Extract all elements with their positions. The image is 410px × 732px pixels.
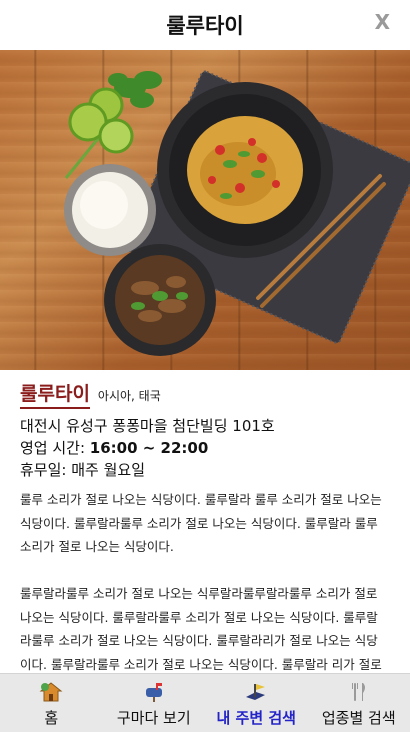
fork-knife-icon (348, 680, 370, 704)
tab-home-label: 홈 (44, 709, 59, 727)
map-flag-icon (243, 680, 269, 704)
restaurant-category: 아시아, 태국 (97, 389, 161, 403)
page-title: 룰루타이 (166, 14, 244, 38)
tab-nearby-label: 내 주변 검색 (216, 709, 296, 727)
hours-value: 16:00 ~ 22:00 (89, 439, 209, 457)
tab-district-label: 구마다 보기 (116, 709, 191, 727)
restaurant-name: 룰루타이 (20, 382, 90, 409)
hours-label: 영업 시간: (20, 439, 90, 457)
tab-district[interactable]: 구마다 보기 (103, 674, 206, 732)
tab-category[interactable]: 업종별 검색 (308, 674, 410, 732)
bottom-tab-bar: 홈 구마다 보기 내 주변 검색 업종별 검색 (0, 673, 410, 732)
description[interactable]: 룰루 소리가 절로 나오는 식당이다. 룰루랄라 룰루 소리가 절로 나오는 식… (20, 488, 388, 674)
close-button[interactable]: X (375, 10, 390, 34)
restaurant-info: 룰루타이 아시아, 태국 대전시 유성구 퐁퐁마을 첨단빌딩 101호 영업 시… (20, 382, 392, 481)
description-paragraph: 룰루랄라룰루 소리가 절로 나오는 식루랄라룰루랄라룰루 소리가 절로 나오는 … (20, 586, 382, 672)
holiday: 휴무일: 매주 월요일 (20, 459, 392, 481)
food-photo-illustration (64, 70, 410, 356)
tab-nearby[interactable]: 내 주변 검색 (205, 674, 308, 732)
food-photo (0, 50, 410, 370)
home-icon (39, 680, 63, 704)
holiday-label: 휴무일: (20, 461, 72, 479)
holiday-value: 매주 월요일 (71, 461, 146, 479)
tab-category-label: 업종별 검색 (321, 709, 396, 727)
mailbox-icon (143, 680, 165, 704)
tab-home[interactable]: 홈 (0, 674, 103, 732)
restaurant-address: 대전시 유성구 퐁퐁마을 첨단빌딩 101호 (20, 417, 275, 435)
business-hours: 영업 시간: 16:00 ~ 22:00 (20, 437, 392, 459)
name-row: 룰루타이 아시아, 태국 (20, 382, 392, 409)
description-paragraph: 룰루 소리가 절로 나오는 식당이다. 룰루랄라 룰루 소리가 절로 나오는 식… (20, 492, 382, 554)
app-header: 룰루타이 X (0, 0, 410, 50)
